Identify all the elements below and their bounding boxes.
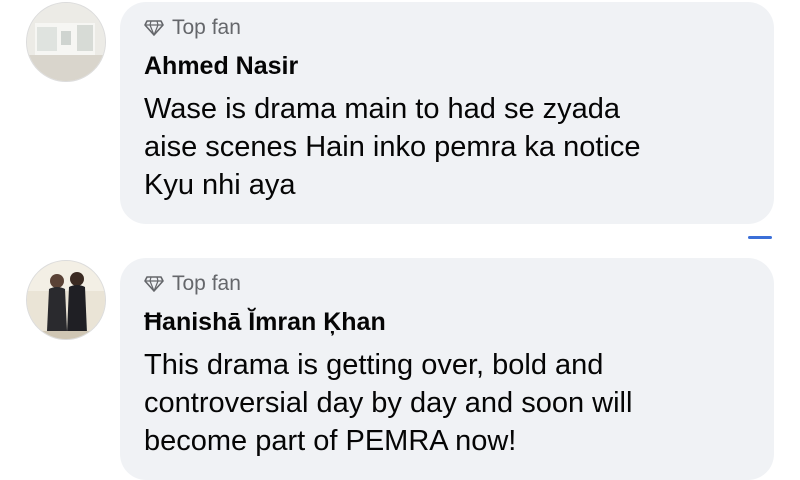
comment-text: This drama is getting over, bold and con… bbox=[144, 346, 764, 460]
comment-line: This drama is getting over, bold and bbox=[144, 349, 604, 381]
badge-label: Top fan bbox=[172, 272, 241, 295]
diamond-icon bbox=[144, 276, 164, 292]
author-name[interactable]: Ahmed Nasir bbox=[144, 52, 298, 81]
avatar[interactable] bbox=[26, 260, 106, 340]
comment-text: Wase is drama main to had se zyada aise … bbox=[144, 90, 764, 204]
comment-item: Top fan Ahmed Nasir Wase is drama main t… bbox=[0, 0, 800, 240]
comment-bubble: Top fan Ħanishā Ĭmran Ķhan This drama is… bbox=[120, 258, 774, 480]
comment-line: become part of PEMRA now! bbox=[144, 425, 517, 457]
avatar-photo bbox=[27, 3, 105, 81]
diamond-icon bbox=[144, 20, 164, 36]
comment-item: Top fan Ħanishā Ĭmran Ķhan This drama is… bbox=[0, 256, 800, 480]
comment-bubble: Top fan Ahmed Nasir Wase is drama main t… bbox=[120, 2, 774, 224]
comment-line: controversial day by day and soon will bbox=[144, 387, 633, 419]
top-fan-badge: Top fan bbox=[144, 16, 241, 40]
avatar[interactable] bbox=[26, 2, 106, 82]
comment-line: aise scenes Hain inko pemra ka notice bbox=[144, 131, 641, 163]
avatar-photo bbox=[27, 261, 105, 339]
author-name[interactable]: Ħanishā Ĭmran Ķhan bbox=[144, 308, 386, 337]
scroll-indicator bbox=[748, 236, 772, 239]
top-fan-badge: Top fan bbox=[144, 272, 241, 296]
comment-line: Kyu nhi aya bbox=[144, 169, 296, 201]
badge-label: Top fan bbox=[172, 16, 241, 39]
comment-line: Wase is drama main to had se zyada bbox=[144, 93, 621, 125]
